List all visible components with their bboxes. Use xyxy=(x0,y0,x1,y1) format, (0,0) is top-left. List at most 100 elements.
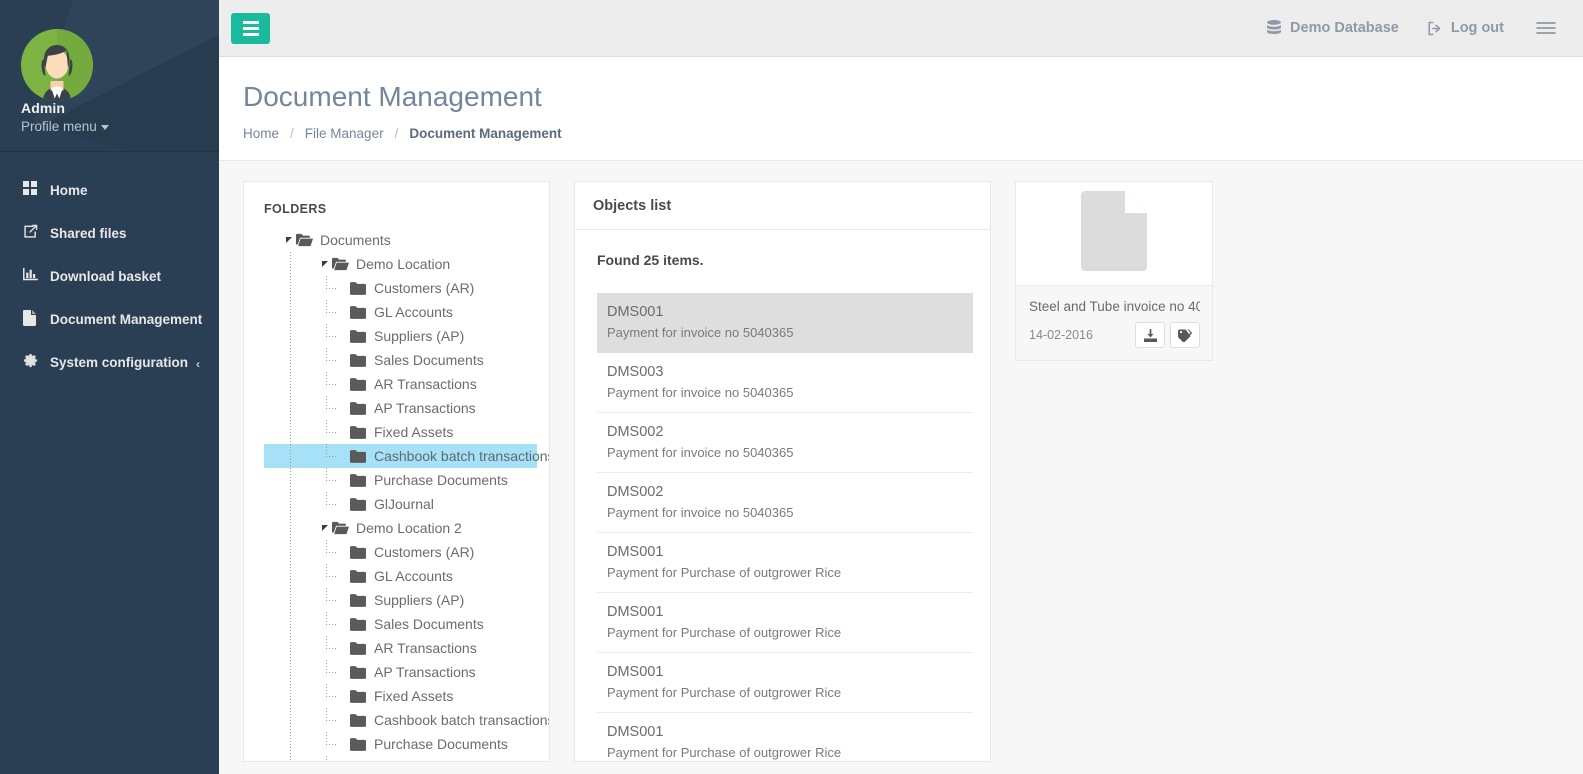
caret-down-icon xyxy=(100,124,109,130)
list-item-code: DMS002 xyxy=(607,484,664,500)
list-item[interactable]: DMS003 Payment for invoice no 5040365 xyxy=(597,353,973,413)
tree-guide xyxy=(282,636,300,660)
topbar-menu-button[interactable] xyxy=(1518,20,1556,36)
tree-expand-toggle[interactable] xyxy=(318,252,332,276)
list-item[interactable]: DMS001 Payment for Purchase of outgrower … xyxy=(597,653,973,713)
tree-item[interactable]: AP Transactions xyxy=(264,660,537,684)
list-item[interactable]: DMS002 Payment for invoice no 5040365 xyxy=(597,473,973,533)
breadcrumb: Home / File Manager / Document Managemen… xyxy=(243,126,1583,141)
tree-item[interactable]: Suppliers (AP) xyxy=(264,588,537,612)
sidebar-item-system-configuration[interactable]: System configuration ‹ xyxy=(0,341,219,384)
sidebar-item-home[interactable]: Home xyxy=(0,169,219,212)
folder-icon xyxy=(350,737,372,751)
main-area: Demo Database Log out Document Managemen… xyxy=(219,0,1583,774)
folder-icon xyxy=(350,617,372,631)
sidebar-item-shared-files[interactable]: Shared files xyxy=(0,212,219,255)
tree-expand-toggle[interactable] xyxy=(282,228,296,252)
tree-guide xyxy=(282,420,300,444)
tree-item[interactable]: Suppliers (AP) xyxy=(264,324,537,348)
tree-guide xyxy=(318,684,338,708)
sidebar-item-label: Shared files xyxy=(50,226,127,241)
list-item[interactable]: DMS001 Payment for invoice no 5040365 xyxy=(597,293,973,353)
breadcrumb-item-file-manager[interactable]: File Manager xyxy=(305,126,384,141)
sidebar: Admin Profile menu Home Shared files Dow… xyxy=(0,0,219,774)
list-item-description: Payment for Purchase of outgrower Rice xyxy=(607,565,842,580)
tree-item[interactable]: Sales Documents xyxy=(264,612,537,636)
profile-menu-toggle[interactable]: Profile menu xyxy=(21,119,109,134)
tree-item-label: AR Transactions xyxy=(374,376,477,392)
tag-button[interactable] xyxy=(1170,322,1200,348)
profile-menu-label: Profile menu xyxy=(21,119,97,134)
tree-item[interactable]: Cashbook batch transactions xyxy=(264,708,549,732)
tree-guide xyxy=(318,420,338,444)
sidebar-profile-block: Admin Profile menu xyxy=(0,0,219,152)
logout-button[interactable]: Log out xyxy=(1413,20,1518,36)
breadcrumb-item-home[interactable]: Home xyxy=(243,126,279,141)
sidebar-toggle-button[interactable] xyxy=(231,12,270,44)
folder-icon xyxy=(350,689,372,703)
list-item-code: DMS003 xyxy=(607,364,664,380)
tree-item[interactable]: Sales Documents xyxy=(264,348,537,372)
sidebar-item-document-management[interactable]: Document Management xyxy=(0,298,219,341)
tree-item[interactable]: Customers (AR) xyxy=(264,276,537,300)
tree-item[interactable]: AP Transactions xyxy=(264,396,537,420)
share-square-icon xyxy=(23,224,44,239)
database-selector[interactable]: Demo Database xyxy=(1253,20,1413,36)
tree-item[interactable]: GL Accounts xyxy=(264,300,537,324)
tree-expand-toggle[interactable] xyxy=(318,516,332,540)
tree-item-label: Fixed Assets xyxy=(374,688,454,704)
sidebar-item-label: Document Management xyxy=(50,312,203,327)
logout-label: Log out xyxy=(1450,20,1504,36)
tree-item[interactable]: Cashbook batch transactions xyxy=(264,444,549,468)
folder-icon xyxy=(350,593,372,607)
hamburger-icon xyxy=(242,20,259,36)
tree-item[interactable]: Demo Location xyxy=(264,252,537,276)
tree-item[interactable]: Documents xyxy=(264,228,537,252)
tree-item[interactable]: AR Transactions xyxy=(264,636,537,660)
list-item[interactable]: DMS001 Payment for Purchase of outgrower … xyxy=(597,593,973,653)
folder-icon xyxy=(350,401,372,415)
folders-heading: FOLDERS xyxy=(264,202,327,216)
tree-item[interactable]: Demo Location 2 xyxy=(264,516,537,540)
folder-icon xyxy=(350,473,372,487)
tree-item[interactable]: Fixed Assets xyxy=(264,684,537,708)
tree-item[interactable]: GL Accounts xyxy=(264,564,537,588)
download-button[interactable] xyxy=(1135,322,1165,348)
tree-item[interactable]: Fixed Assets xyxy=(264,420,537,444)
tree-guide xyxy=(318,444,338,468)
tree-item-label: Purchase Documents xyxy=(374,472,508,488)
tree-item[interactable]: AR Transactions xyxy=(264,372,537,396)
logout-icon xyxy=(1427,21,1442,36)
list-item[interactable]: DMS002 Payment for invoice no 5040365 xyxy=(597,413,973,473)
tree-item[interactable]: GlJournal xyxy=(264,756,537,761)
document-preview-card[interactable]: Steel and Tube invoice no 40.. 14-02-201… xyxy=(1015,181,1213,361)
folder-open-icon xyxy=(296,233,318,247)
tree-item[interactable]: Customers (AR) xyxy=(264,540,537,564)
folder-icon xyxy=(350,353,372,367)
list-item[interactable]: DMS001 Payment for Purchase of outgrower … xyxy=(597,713,973,761)
topbar: Demo Database Log out xyxy=(219,0,1583,57)
sidebar-item-download-basket[interactable]: Download basket xyxy=(0,255,219,298)
tree-guide xyxy=(282,444,300,468)
tree-item[interactable]: GlJournal xyxy=(264,492,537,516)
tree-item[interactable]: Purchase Documents xyxy=(264,732,537,756)
tree-item-label: GL Accounts xyxy=(374,304,453,320)
tree-item[interactable]: Purchase Documents xyxy=(264,468,537,492)
list-item[interactable]: DMS001 Payment for Purchase of outgrower … xyxy=(597,533,973,593)
file-icon xyxy=(23,310,44,326)
objects-list: DMS001 Payment for invoice no 5040365 DMS0… xyxy=(597,293,973,761)
folder-icon xyxy=(350,305,372,319)
